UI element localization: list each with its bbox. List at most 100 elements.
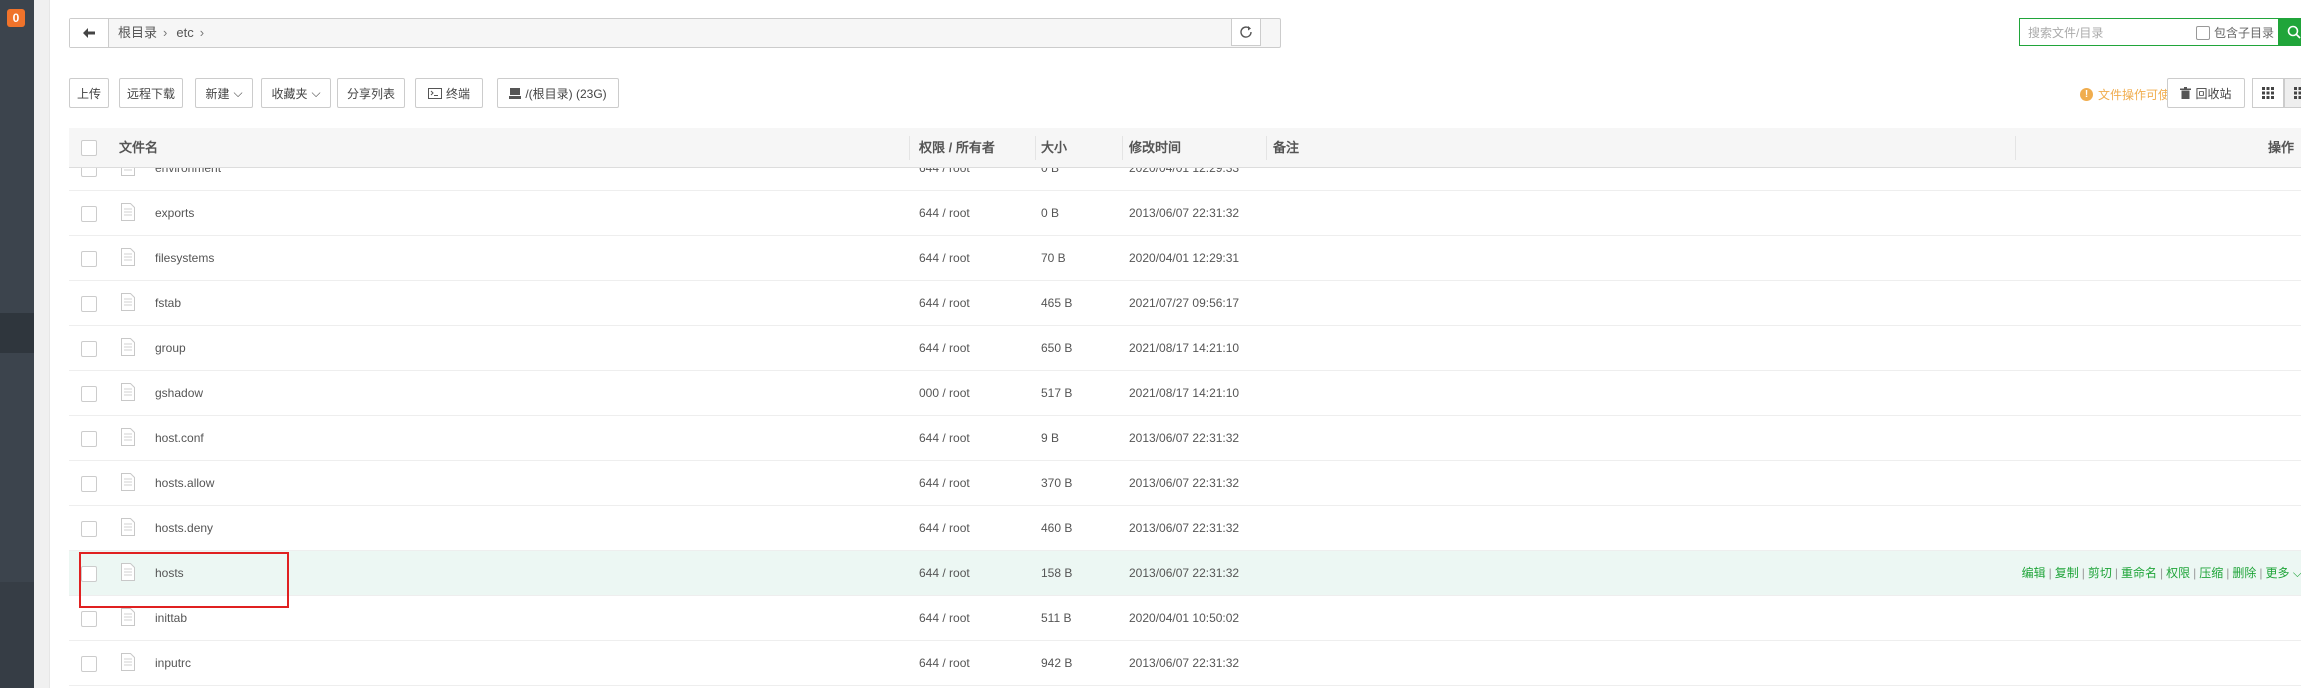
table-row[interactable]: exports 644 / root 0 B 2013/06/07 22:31:32 [69,191,2301,236]
file-icon [121,293,135,314]
table-row[interactable]: hosts.deny 644 / root 460 B 2013/06/07 22:3… [69,506,2301,551]
file-perm[interactable]: 644 / root [919,551,970,596]
terminal-button[interactable]: 终端 [415,78,483,108]
file-perm[interactable]: 644 / root [919,236,970,281]
checkbox-icon[interactable] [2196,25,2210,40]
row-checkbox[interactable] [81,296,97,312]
row-checkbox[interactable] [81,521,97,537]
file-perm[interactable]: 644 / root [919,506,970,551]
table-row[interactable]: gshadow 000 / root 517 B 2021/08/17 14:21:1… [69,371,2301,416]
col-header-ops: 操作 [2267,140,2294,155]
share-list-button[interactable]: 分享列表 [337,78,405,108]
table-row[interactable]: group 644 / root 650 B 2021/08/17 14:21:10 [69,326,2301,371]
file-name[interactable]: fstab [155,281,181,326]
path-bar: 根目录 › etc › [69,18,1281,48]
table-row[interactable]: filesystems 644 / root 70 B 2020/04/01 12:2… [69,236,2301,281]
row-checkbox[interactable] [81,476,97,492]
col-header-mtime[interactable]: 修改时间 [1129,128,1181,168]
sidebar: 0 [0,0,34,688]
table-row[interactable]: fstab 644 / root 465 B 2021/07/27 09:56:17 [69,281,2301,326]
table-row[interactable]: inittab 644 / root 511 B 2020/04/01 10:50:0… [69,596,2301,641]
file-size: 650 B [1041,341,1073,355]
upload-button[interactable]: 上传 [69,78,109,108]
file-perm[interactable]: 644 / root [919,416,970,461]
row-checkbox[interactable] [81,611,97,627]
search-button[interactable] [2279,18,2301,46]
file-name[interactable]: filesystems [155,236,214,281]
back-button[interactable] [70,19,109,47]
file-name[interactable]: exports [155,191,194,236]
row-action-4[interactable]: 权限 [2166,566,2190,580]
file-manager: 根目录›etc› 包含子目录 上传 远程下载 新建⌵ 收藏夹⌵ 分享列表 终端 … [49,0,2301,688]
file-name[interactable]: environment [155,168,221,191]
hard-disk-icon [509,88,522,99]
sidebar-active-item[interactable] [0,313,34,353]
breadcrumb-etc[interactable]: etc [176,25,193,40]
favorites-dropdown-button[interactable]: 收藏夹 ⌵ [261,78,331,108]
include-subdir-checkbox[interactable]: 包含子目录 [2196,24,2274,41]
row-action-7[interactable]: 更多 [2266,566,2290,580]
table-row[interactable]: host.conf 644 / root 9 B 2013/06/07 22:31:3… [69,416,2301,461]
sidebar-bottom-block [0,582,34,688]
new-dropdown-button[interactable]: 新建 ⌵ [195,78,253,108]
remote-download-label: 远程下载 [126,86,175,101]
select-all-checkbox[interactable] [81,140,97,156]
file-mtime: 2021/08/17 14:21:10 [1129,341,1240,355]
file-name[interactable]: inittab [155,596,187,641]
file-perm[interactable]: 644 / root [919,168,970,191]
list-view-button[interactable] [2284,78,2301,108]
chevron-down-icon: ⌵ [311,85,321,100]
col-header-perm[interactable]: 权限 / 所有者 [919,128,995,168]
row-checkbox[interactable] [81,431,97,447]
refresh-button[interactable] [1231,18,1261,46]
file-size: 460 B [1041,521,1073,535]
file-name[interactable]: group [155,326,186,371]
table-row[interactable]: hosts 644 / root 158 B 2013/06/07 22:31:32 编… [69,551,2301,596]
file-name[interactable]: host.conf [155,416,204,461]
row-action-1[interactable]: 复制 [2055,566,2079,580]
file-name[interactable]: hosts.allow [155,461,214,506]
row-action-3[interactable]: 重命名 [2121,566,2157,580]
file-size: 511 B [1041,611,1072,625]
file-perm[interactable]: 644 / root [919,281,970,326]
file-icon [121,248,135,269]
row-action-5[interactable]: 压缩 [2199,566,2223,580]
table-row[interactable]: hosts.allow 644 / root 370 B 2013/06/07 22:… [69,461,2301,506]
row-action-0[interactable]: 编辑 [2022,566,2046,580]
breadcrumb-root[interactable]: 根目录 [118,25,157,40]
disk-button[interactable]: /(根目录) (23G) [497,78,619,108]
file-name[interactable]: hosts [155,551,184,596]
row-checkbox[interactable] [81,251,97,267]
terminal-label: 终端 [445,86,470,101]
table-row[interactable]: environment 644 / root 0 B 2020/04/01 12:29… [69,168,2301,191]
file-mtime: 2013/06/07 22:31:32 [1129,431,1240,445]
file-name[interactable]: hosts.deny [155,506,213,551]
table-row[interactable]: inputrc 644 / root 942 B 2013/06/07 22:31:3… [69,641,2301,686]
file-name[interactable]: gshadow [155,371,203,416]
file-perm[interactable]: 644 / root [919,461,970,506]
file-perm[interactable]: 000 / root [919,371,970,416]
recycle-bin-button[interactable]: 回收站 [2167,78,2245,108]
col-header-name[interactable]: 文件名 [119,128,158,168]
file-perm[interactable]: 644 / root [919,191,970,236]
notification-badge[interactable]: 0 [7,9,25,27]
row-action-2[interactable]: 剪切 [2088,566,2112,580]
col-header-size[interactable]: 大小 [1041,128,1067,168]
row-checkbox[interactable] [81,386,97,402]
file-perm[interactable]: 644 / root [919,326,970,371]
row-checkbox[interactable] [81,566,97,582]
row-checkbox[interactable] [81,206,97,222]
row-checkbox[interactable] [81,656,97,672]
grid-view-button[interactable] [2252,78,2284,108]
remote-download-button[interactable]: 远程下载 [119,78,183,108]
file-perm[interactable]: 644 / root [919,596,970,641]
row-checkbox[interactable] [81,341,97,357]
file-perm[interactable]: 644 / root [919,641,970,686]
file-icon [121,608,135,629]
file-mtime: 2021/08/17 14:21:10 [1129,386,1240,400]
chevron-right-icon: › [163,25,168,40]
row-action-6[interactable]: 删除 [2232,566,2256,580]
row-checkbox[interactable] [81,168,97,177]
file-name[interactable]: inputrc [155,641,191,686]
search-input[interactable] [2026,23,2180,43]
